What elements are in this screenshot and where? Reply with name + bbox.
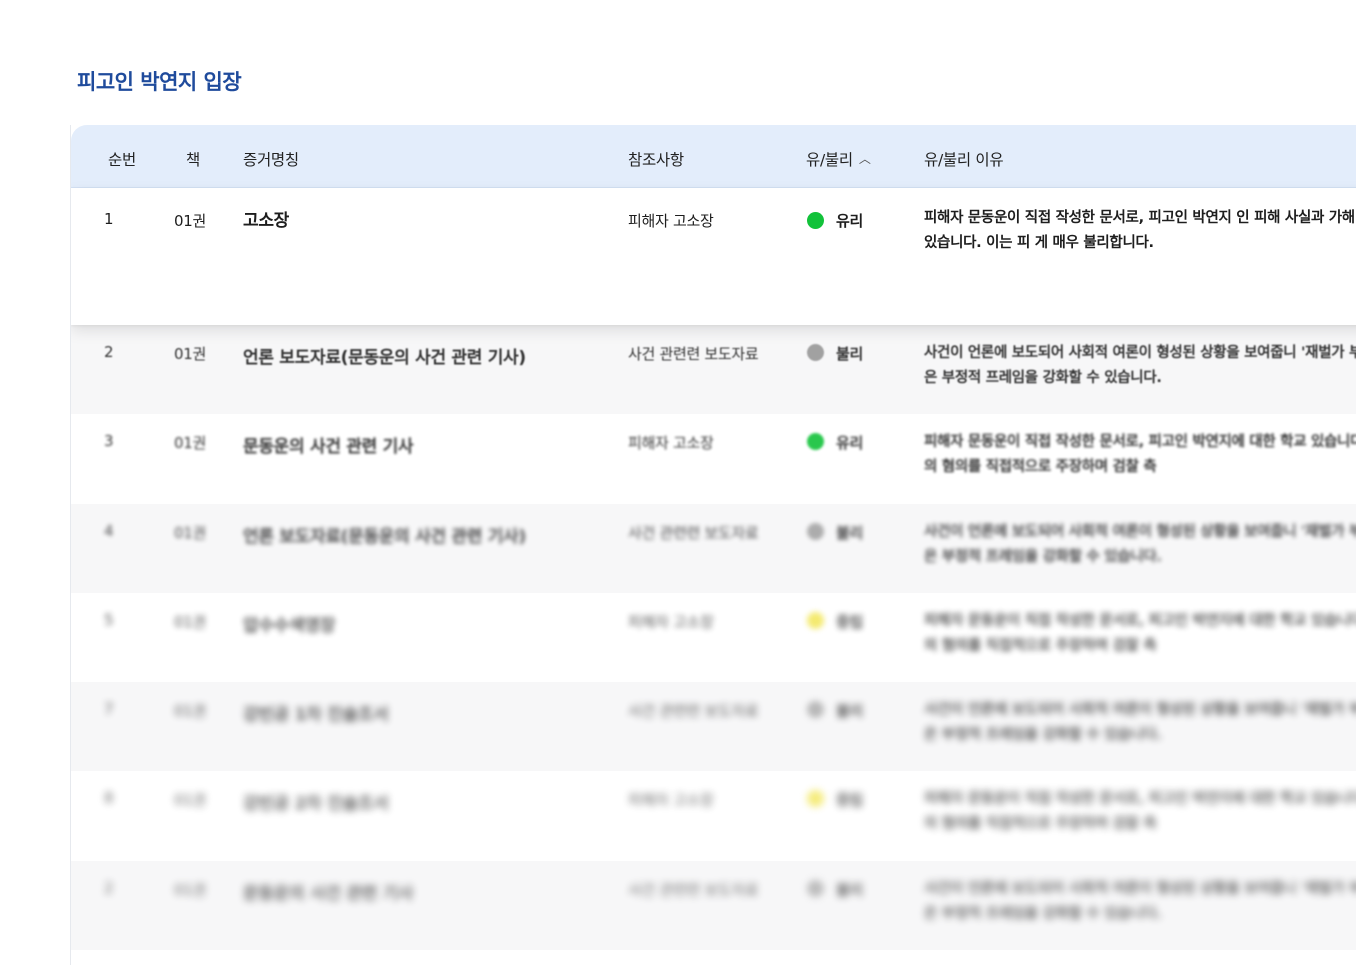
table-row[interactable]: 7 01권 강빈공 1차 진술조서 사건 관련련 보도자료 불리 사건이 언론에 보도되어… <box>71 682 1356 771</box>
table-row[interactable]: 5 01권 압수수색영장 피해자 고소장 중립 피해자 문동운이 직접 작성한 문서로, … <box>71 593 1356 682</box>
status-dot-icon <box>807 701 824 718</box>
status-reason: 피해자 문동운이 직접 작성한 문서로, 피고인 박연지에 대한 학교 있습니다… <box>924 613 1356 654</box>
status-label: 불리 <box>836 702 864 720</box>
column-header-status-label: 유/불리 <box>806 151 853 169</box>
row-number: 7 <box>104 700 114 718</box>
status-reason: 사건이 언론에 보도되어 사회적 여론이 형성된 상황을 보여줍니 '재벌가 부… <box>924 702 1356 743</box>
status-dot-icon <box>807 523 824 540</box>
column-header-evidence: 증거명칭 <box>243 151 299 169</box>
status-reason: 피해자 문동운이 직접 작성한 문서로, 피고인 박연지 인 피해 사실과 가해… <box>924 210 1356 251</box>
evidence-name: 압수수색영장 <box>243 616 336 636</box>
status-label: 불리 <box>836 881 864 899</box>
status-dot-icon <box>807 344 824 361</box>
table-row[interactable]: 2 01권 언론 보도자료(문동운의 사건 관련 기사) 사건 관련련 보도자료 불리 사… <box>71 325 1356 414</box>
row-volume: 01권 <box>174 791 206 809</box>
reference-text: 피해자 고소장 <box>628 212 714 230</box>
table-row[interactable]: 1 01권 고소장 피해자 고소장 유리 피해자 문동운이 직접 작성한 문서로, 피고인… <box>71 188 1356 325</box>
status-label: 유리 <box>836 434 864 452</box>
status-dot-icon <box>807 790 824 807</box>
status-label: 중립 <box>836 791 864 809</box>
row-number: 2 <box>104 879 114 897</box>
column-header-reason: 유/불리 이유 <box>924 151 1004 169</box>
status-label: 불리 <box>836 524 864 542</box>
status-label: 중립 <box>836 613 864 631</box>
status-reason: 사건이 언론에 보도되어 사회적 여론이 형성된 상황을 보여줍니 '재벌가 부… <box>924 524 1356 565</box>
status-reason: 사건이 언론에 보도되어 사회적 여론이 형성된 상황을 보여줍니 '재벌가 부… <box>924 881 1356 922</box>
reference-text: 피해자 고소장 <box>628 791 714 809</box>
row-number: 3 <box>104 432 114 450</box>
row-volume: 01권 <box>174 212 206 230</box>
sort-ascending-icon[interactable]: ︿ <box>859 150 871 167</box>
status-reason: 피해자 문동운이 직접 작성한 문서로, 피고인 박연지에 대한 학교 있습니다… <box>924 434 1356 475</box>
page-title: 피고인 박연지 입장 <box>77 70 242 94</box>
evidence-name: 문동운의 사건 관련 기사 <box>243 884 414 904</box>
reference-text: 사건 관련련 보도자료 <box>628 881 759 899</box>
evidence-name: 강빈공 1차 진술조서 <box>243 705 389 725</box>
row-number: 1 <box>104 210 114 228</box>
reference-text: 사건 관련련 보도자료 <box>628 702 759 720</box>
status-reason: 피해자 문동운이 직접 작성한 문서로, 피고인 박연지에 대한 학교 있습니다… <box>924 791 1356 832</box>
reference-text: 피해자 고소장 <box>628 434 714 452</box>
status-dot-icon <box>807 880 824 897</box>
row-volume: 01권 <box>174 524 206 542</box>
reference-text: 사건 관련련 보도자료 <box>628 345 759 363</box>
column-header-no: 순번 <box>108 151 136 169</box>
status-dot-icon <box>807 612 824 629</box>
evidence-name: 언론 보도자료(문동운의 사건 관련 기사) <box>243 527 526 547</box>
status-label: 불리 <box>836 345 864 363</box>
row-number: 2 <box>104 343 114 361</box>
status-dot-icon <box>807 433 824 450</box>
row-volume: 01권 <box>174 613 206 631</box>
reference-text: 피해자 고소장 <box>628 613 714 631</box>
table-header: 순번 책 증거명칭 참조사항 유/불리 ︿ 유/불리 이유 <box>71 125 1356 188</box>
evidence-name: 언론 보도자료(문동운의 사건 관련 기사) <box>243 348 526 368</box>
status-reason: 사건이 언론에 보도되어 사회적 여론이 형성된 상황을 보여줍니 '재벌가 부… <box>924 345 1356 386</box>
status-label: 유리 <box>836 212 864 230</box>
evidence-name: 문동운의 사건 관련 기사 <box>243 437 414 457</box>
evidence-name: 고소장 <box>243 211 290 231</box>
evidence-name: 강빈공 2차 진술조서 <box>243 794 389 814</box>
column-header-volume: 책 <box>186 151 200 169</box>
table-row[interactable]: 3 01권 문동운의 사건 관련 기사 피해자 고소장 유리 피해자 문동운이 직접 작성… <box>71 414 1356 504</box>
evidence-table: 순번 책 증거명칭 참조사항 유/불리 ︿ 유/불리 이유 1 01권 고소장 피해자 … <box>70 125 1356 965</box>
table-row[interactable]: 8 01권 강빈공 2차 진술조서 피해자 고소장 중립 피해자 문동운이 직접 작성한 … <box>71 771 1356 861</box>
row-volume: 01권 <box>174 702 206 720</box>
row-volume: 01권 <box>174 881 206 899</box>
column-header-status[interactable]: 유/불리 ︿ <box>806 148 871 170</box>
reference-text: 사건 관련련 보도자료 <box>628 524 759 542</box>
row-number: 8 <box>104 789 114 807</box>
table-row[interactable]: 4 01권 언론 보도자료(문동운의 사건 관련 기사) 사건 관련련 보도자료 불리 사… <box>71 504 1356 593</box>
row-volume: 01권 <box>174 345 206 363</box>
row-volume: 01권 <box>174 434 206 452</box>
row-number: 4 <box>104 522 114 540</box>
table-row[interactable]: 2 01권 문동운의 사건 관련 기사 사건 관련련 보도자료 불리 사건이 언론에 보도… <box>71 861 1356 950</box>
row-number: 5 <box>104 611 114 629</box>
column-header-reference: 참조사항 <box>628 151 684 169</box>
status-dot-icon <box>807 212 824 229</box>
